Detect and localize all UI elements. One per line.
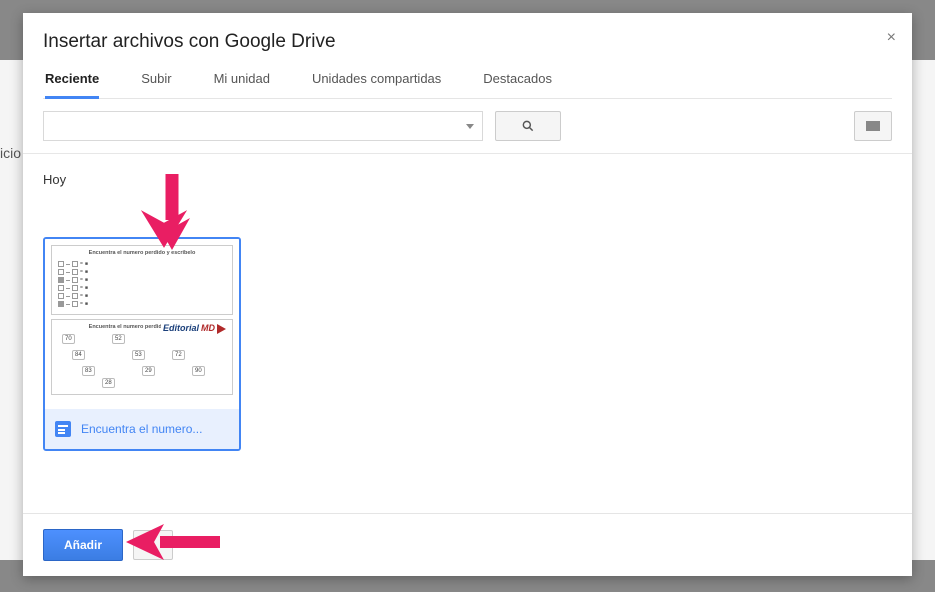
- file-name-label: Encuentra el numero...: [81, 422, 202, 436]
- close-icon[interactable]: ×: [887, 29, 896, 47]
- tab-recent[interactable]: Reciente: [45, 71, 99, 99]
- tab-shared-drives[interactable]: Unidades compartidas: [312, 71, 441, 98]
- file-item[interactable]: Encuentra el numero perdido y escribelo …: [43, 237, 241, 451]
- secondary-button-fragment[interactable]: [133, 530, 173, 560]
- add-button[interactable]: Añadir: [43, 529, 123, 561]
- file-thumbnail: Encuentra el numero perdido y escribelo …: [45, 239, 239, 409]
- view-toggle-button[interactable]: [854, 111, 892, 141]
- dialog-footer: Añadir: [23, 513, 912, 576]
- search-input[interactable]: [43, 111, 483, 141]
- play-triangle-icon: [217, 324, 226, 334]
- dialog-header: Insertar archivos con Google Drive × Rec…: [23, 13, 912, 99]
- watermark-logo: Editorial MD: [161, 321, 228, 336]
- watermark-text: Editorial: [163, 322, 199, 335]
- thumbnail-page-1: Encuentra el numero perdido y escribelo …: [51, 245, 233, 315]
- file-list-content: Hoy Encuentra el numero perdido y escrib…: [23, 154, 912, 513]
- thumb-heading: Encuentra el numero perdido y escribelo: [58, 250, 226, 258]
- list-view-icon: [866, 121, 880, 131]
- background-text-fragment: icio: [0, 145, 21, 161]
- tab-starred[interactable]: Destacados: [483, 71, 552, 98]
- google-doc-icon: [55, 421, 71, 437]
- dialog-title: Insertar archivos con Google Drive: [43, 31, 892, 53]
- search-row: [23, 99, 912, 154]
- file-caption-bar: Encuentra el numero...: [45, 409, 239, 449]
- search-button[interactable]: [495, 111, 561, 141]
- section-today-label: Hoy: [43, 172, 892, 187]
- drive-picker-dialog: Insertar archivos con Google Drive × Rec…: [23, 13, 912, 576]
- tab-bar: Reciente Subir Mi unidad Unidades compar…: [43, 71, 892, 99]
- tab-my-drive[interactable]: Mi unidad: [214, 71, 270, 98]
- search-icon: [521, 119, 535, 133]
- tab-upload[interactable]: Subir: [141, 71, 171, 98]
- chevron-down-icon: [466, 124, 474, 129]
